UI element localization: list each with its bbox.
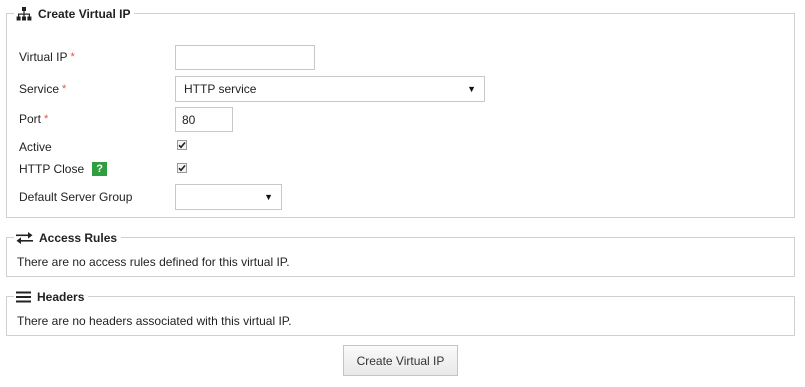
service-label: Service * bbox=[19, 82, 66, 96]
access-rules-panel: Access Rules There are no access rules d… bbox=[6, 230, 795, 277]
service-selected-value: HTTP service bbox=[184, 82, 257, 96]
virtual-ip-label: Virtual IP * bbox=[19, 50, 75, 64]
service-label-text: Service bbox=[19, 82, 60, 96]
default-server-group-select[interactable]: ▼ bbox=[175, 184, 282, 210]
access-rules-legend: Access Rules bbox=[14, 230, 122, 246]
exchange-arrows-icon bbox=[16, 232, 33, 244]
hamburger-lines-icon bbox=[16, 291, 31, 303]
dropdown-caret-icon: ▼ bbox=[467, 84, 476, 94]
dropdown-caret-icon: ▼ bbox=[264, 192, 273, 202]
http-close-checkbox[interactable] bbox=[177, 163, 187, 173]
access-rules-empty-message: There are no access rules defined for th… bbox=[17, 255, 290, 269]
port-input[interactable] bbox=[175, 107, 233, 132]
active-checkbox[interactable] bbox=[177, 140, 187, 150]
headers-legend: Headers bbox=[14, 289, 89, 305]
required-mark: * bbox=[62, 83, 67, 95]
headers-empty-message: There are no headers associated with thi… bbox=[17, 314, 292, 328]
default-server-group-label-text: Default Server Group bbox=[19, 190, 133, 204]
default-server-group-label: Default Server Group bbox=[19, 190, 132, 204]
active-label: Active bbox=[19, 140, 52, 154]
create-virtual-ip-panel: Create Virtual IP Virtual IP * Service *… bbox=[6, 6, 795, 218]
create-virtual-ip-title: Create Virtual IP bbox=[38, 7, 131, 21]
create-virtual-ip-legend: Create Virtual IP bbox=[14, 6, 135, 22]
http-close-label: HTTP Close ? bbox=[19, 162, 108, 176]
checkmark-icon bbox=[178, 141, 186, 149]
virtual-ip-input[interactable] bbox=[175, 45, 315, 70]
access-rules-title: Access Rules bbox=[39, 231, 118, 245]
active-label-text: Active bbox=[19, 140, 52, 154]
checkmark-icon bbox=[178, 164, 186, 172]
sitemap-icon bbox=[16, 7, 32, 21]
virtual-ip-label-text: Virtual IP bbox=[19, 50, 68, 64]
headers-title: Headers bbox=[37, 290, 85, 304]
port-label: Port * bbox=[19, 112, 48, 126]
required-mark: * bbox=[44, 113, 49, 125]
service-select[interactable]: HTTP service ▼ bbox=[175, 76, 485, 102]
http-close-label-text: HTTP Close bbox=[19, 162, 85, 176]
required-mark: * bbox=[70, 51, 75, 63]
headers-panel: Headers There are no headers associated … bbox=[6, 289, 795, 336]
create-virtual-ip-button[interactable]: Create Virtual IP bbox=[343, 345, 458, 376]
port-label-text: Port bbox=[19, 112, 42, 126]
help-icon[interactable]: ? bbox=[92, 162, 108, 176]
